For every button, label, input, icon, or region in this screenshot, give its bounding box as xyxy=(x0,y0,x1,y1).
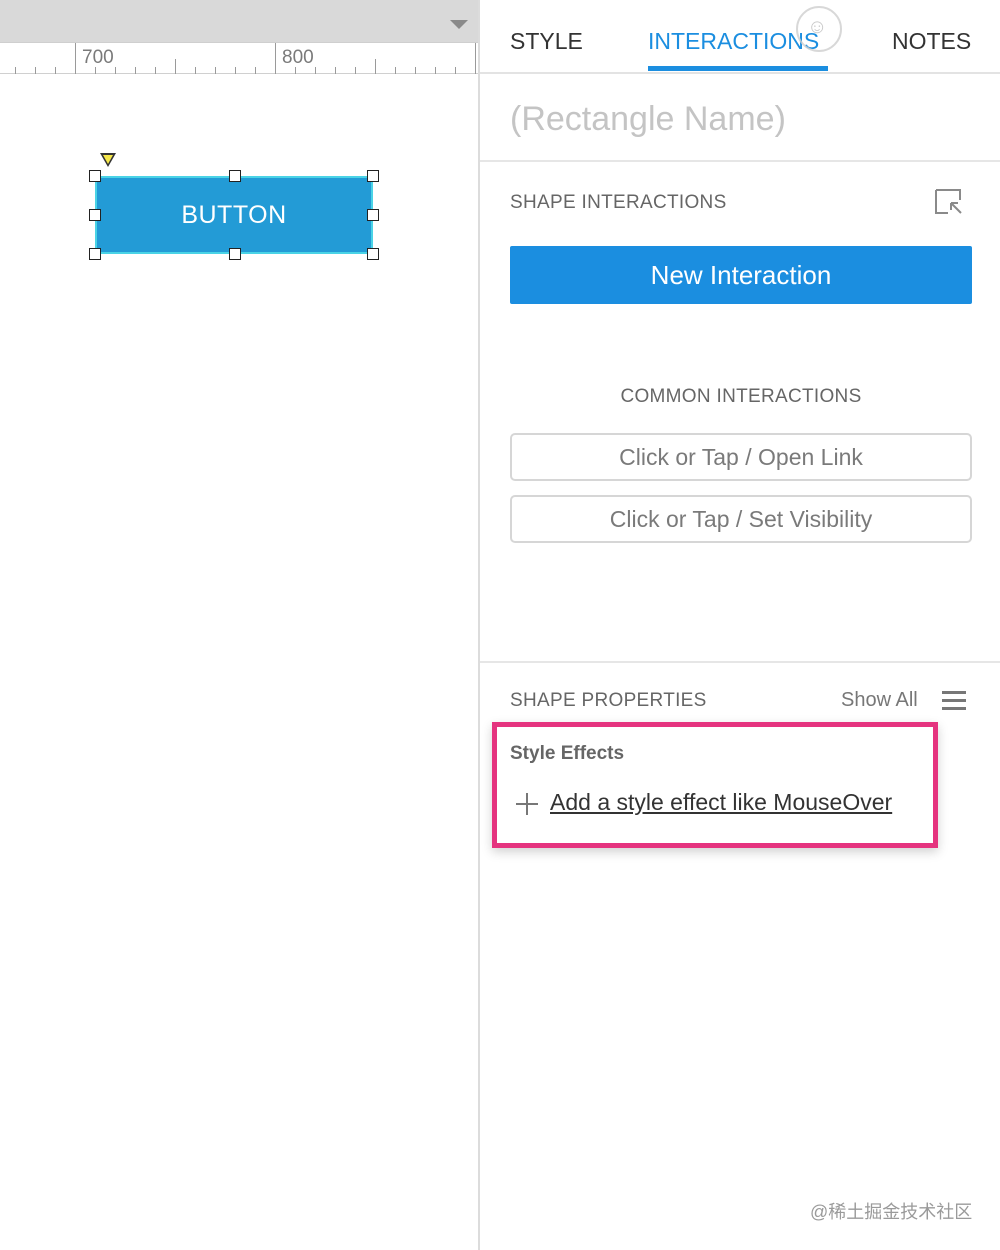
tab-interactions[interactable]: INTERACTIONS xyxy=(648,28,819,55)
design-canvas[interactable]: 700 800 BUTTON xyxy=(0,0,478,1250)
hamburger-menu-icon[interactable] xyxy=(942,691,966,711)
add-style-effect-link[interactable]: Add a style effect like MouseOver xyxy=(550,789,892,816)
resize-handle-top-right[interactable] xyxy=(367,170,379,182)
dropdown-arrow-icon[interactable] xyxy=(450,20,468,29)
show-all-link[interactable]: Show All xyxy=(841,689,918,712)
ruler-label: 700 xyxy=(82,47,114,68)
shape-name-placeholder: (Rectangle Name) xyxy=(510,100,786,138)
shape-label: BUTTON xyxy=(181,200,287,229)
resize-handle-top[interactable] xyxy=(229,170,241,182)
section-divider xyxy=(480,661,1000,663)
style-effects-heading: Style Effects xyxy=(510,743,625,764)
interaction-marker-icon xyxy=(100,153,116,167)
active-tab-indicator xyxy=(648,66,828,71)
selected-button-shape[interactable]: BUTTON xyxy=(95,176,373,254)
shape-name-field[interactable]: (Rectangle Name) xyxy=(480,74,1000,162)
set-visibility-interaction-button[interactable]: Click or Tap / Set Visibility xyxy=(510,495,972,543)
expand-dialog-icon[interactable] xyxy=(934,188,964,216)
shape-properties-heading: SHAPE PROPERTIES xyxy=(510,690,707,711)
open-link-interaction-button[interactable]: Click or Tap / Open Link xyxy=(510,433,972,481)
horizontal-ruler: 700 800 xyxy=(0,43,478,74)
tab-notes[interactable]: NOTES xyxy=(892,28,971,55)
inspector-panel: STYLE INTERACTIONS NOTES ☺ (Rectangle Na… xyxy=(478,0,1000,1250)
shape-interactions-heading: SHAPE INTERACTIONS xyxy=(510,192,727,213)
resize-handle-bottom-right[interactable] xyxy=(367,248,379,260)
ruler-ticks xyxy=(15,43,476,74)
resize-handle-bottom-left[interactable] xyxy=(89,248,101,260)
tab-style[interactable]: STYLE xyxy=(510,28,583,55)
new-interaction-button[interactable]: New Interaction xyxy=(510,246,972,304)
watermark-logo-icon: ☺ xyxy=(796,6,842,52)
resize-handle-left[interactable] xyxy=(89,209,101,221)
plus-icon[interactable] xyxy=(516,793,538,815)
footer-watermark: @稀土掘金技术社区 xyxy=(810,1202,973,1222)
resize-handle-bottom[interactable] xyxy=(229,248,241,260)
inspector-tabs: STYLE INTERACTIONS NOTES ☺ xyxy=(480,0,1000,74)
resize-handle-top-left[interactable] xyxy=(89,170,101,182)
canvas-toolbar xyxy=(0,0,478,43)
highlight-annotation-box xyxy=(492,722,938,848)
resize-handle-right[interactable] xyxy=(367,209,379,221)
common-interactions-heading: COMMON INTERACTIONS xyxy=(620,386,862,407)
ruler-label: 800 xyxy=(282,47,314,68)
